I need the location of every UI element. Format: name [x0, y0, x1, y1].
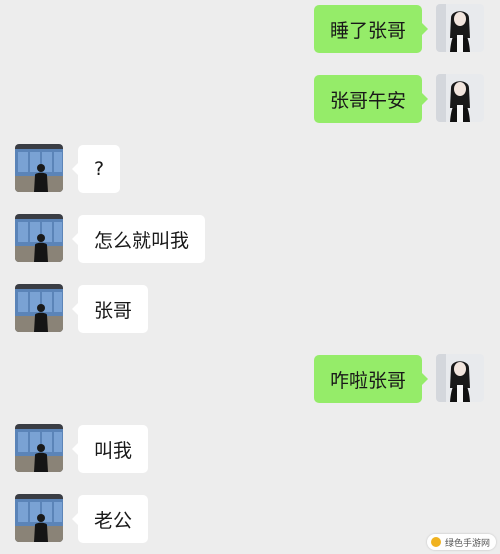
my-avatar[interactable] — [436, 354, 484, 402]
my-avatar[interactable] — [436, 74, 484, 122]
contact-avatar[interactable] — [15, 144, 63, 192]
man-avatar-image — [15, 494, 63, 542]
my-avatar[interactable] — [436, 4, 484, 52]
message-text: ? — [94, 158, 105, 180]
message-row: 老公 — [0, 494, 500, 544]
man-avatar-image — [15, 214, 63, 262]
message-row: 睡了张哥 — [0, 4, 500, 54]
man-avatar-image — [15, 284, 63, 332]
watermark-logo-icon — [430, 537, 441, 547]
incoming-message-bubble[interactable]: 怎么就叫我 — [71, 215, 206, 263]
contact-avatar[interactable] — [15, 424, 63, 472]
incoming-message-bubble[interactable]: 张哥 — [71, 285, 149, 333]
woman-avatar-image — [436, 74, 484, 122]
message-text: 咋啦张哥 — [329, 369, 406, 392]
woman-avatar-image — [436, 354, 484, 402]
message-row: 叫我 — [0, 424, 500, 474]
message-text: 老公 — [94, 509, 133, 532]
message-text: 张哥午安 — [329, 89, 406, 112]
message-row: ? — [0, 144, 500, 194]
site-watermark: 绿色手游网 — [426, 534, 496, 550]
outgoing-message-bubble[interactable]: 咋啦张哥 — [313, 355, 429, 403]
incoming-message-bubble[interactable]: 叫我 — [71, 425, 149, 473]
man-avatar-image — [15, 424, 63, 472]
contact-avatar[interactable] — [15, 494, 63, 542]
message-text: 叫我 — [94, 439, 133, 462]
outgoing-message-bubble[interactable]: 睡了张哥 — [313, 5, 429, 53]
message-text: 怎么就叫我 — [94, 229, 190, 252]
incoming-message-bubble[interactable]: 老公 — [71, 495, 149, 543]
man-avatar-image — [15, 144, 63, 192]
incoming-message-bubble[interactable]: ? — [71, 145, 121, 193]
message-row: 张哥 — [0, 284, 500, 334]
contact-avatar[interactable] — [15, 284, 63, 332]
contact-avatar[interactable] — [15, 214, 63, 262]
outgoing-message-bubble[interactable]: 张哥午安 — [313, 75, 429, 123]
message-row: 咋啦张哥 — [0, 354, 500, 404]
message-text: 张哥 — [94, 299, 133, 322]
message-row: 张哥午安 — [0, 74, 500, 124]
message-text: 睡了张哥 — [329, 19, 406, 42]
watermark-text: 绿色手游网 — [444, 538, 490, 549]
woman-avatar-image — [436, 4, 484, 52]
message-row: 怎么就叫我 — [0, 214, 500, 264]
